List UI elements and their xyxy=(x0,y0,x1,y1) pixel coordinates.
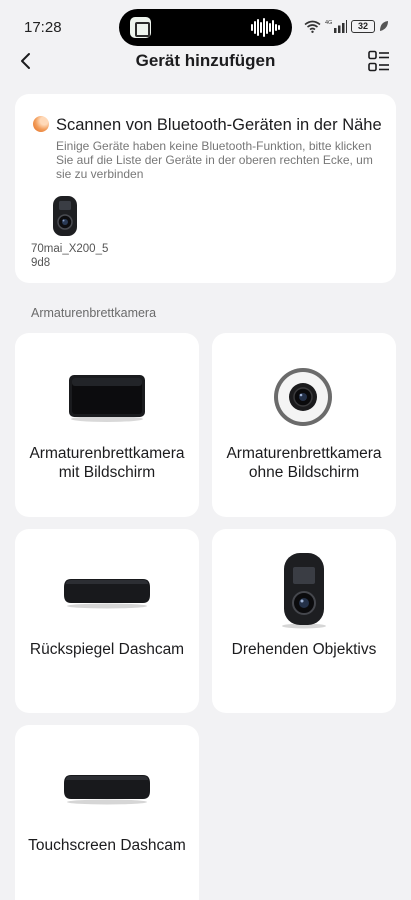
device-type-label: Armaturenbrettkamera mit Bildschirm xyxy=(29,445,185,481)
dashcam-icon[interactable] xyxy=(50,195,80,237)
lens-dashcam-icon xyxy=(274,368,332,426)
device-type-label: Touchscreen Dashcam xyxy=(28,837,186,854)
audio-wave-icon xyxy=(251,18,280,37)
bluetooth-scan-card: Scannen von Bluetooth-Geräten in der Näh… xyxy=(15,94,396,283)
device-type-label: Drehenden Objektivs xyxy=(231,641,377,658)
status-time: 17:28 xyxy=(24,19,62,36)
device-type-card-screen[interactable]: Armaturenbrettkamera mit Bildschirm xyxy=(15,333,199,517)
mirror-dashcam-icon xyxy=(64,579,150,609)
device-type-label: Armaturenbrettkamera ohne Bildschirm xyxy=(226,445,382,481)
device-type-card-touchscreen[interactable]: Touchscreen Dashcam xyxy=(15,725,199,900)
scan-description: Einige Geräte haben keine Bluetooth-Funk… xyxy=(56,139,373,181)
app-icon xyxy=(130,17,151,38)
list-icon xyxy=(368,50,389,72)
status-icons: 4G 32 xyxy=(304,18,389,34)
wifi-icon xyxy=(304,20,321,33)
device-type-card-rotating[interactable]: Drehenden Objektivs xyxy=(212,529,396,713)
battery-indicator: 32 xyxy=(351,19,375,33)
page-title: Gerät hinzufügen xyxy=(135,51,276,70)
scan-title: Scannen von Bluetooth-Geräten in der Näh… xyxy=(56,116,382,134)
device-type-card-lens[interactable]: Armaturenbrettkamera ohne Bildschirm xyxy=(212,333,396,517)
section-label: Armaturenbrettkamera xyxy=(31,306,157,320)
signal-icon: 4G xyxy=(325,20,347,33)
scanning-indicator-icon xyxy=(33,116,49,132)
device-list-button[interactable] xyxy=(367,49,391,73)
network-type-label: 4G xyxy=(325,20,332,26)
found-device-name[interactable]: 70mai_X200_59d8 xyxy=(31,242,111,270)
leaf-icon xyxy=(380,21,388,31)
screen-dashcam-icon xyxy=(69,375,145,422)
touchscreen-dashcam-icon xyxy=(64,775,150,805)
rotating-lens-dashcam-icon xyxy=(282,553,326,629)
header: Gerät hinzufügen xyxy=(0,44,411,78)
device-type-label: Rückspiegel Dashcam xyxy=(29,641,185,658)
device-type-card-mirror[interactable]: Rückspiegel Dashcam xyxy=(15,529,199,713)
dynamic-island[interactable] xyxy=(119,9,292,46)
